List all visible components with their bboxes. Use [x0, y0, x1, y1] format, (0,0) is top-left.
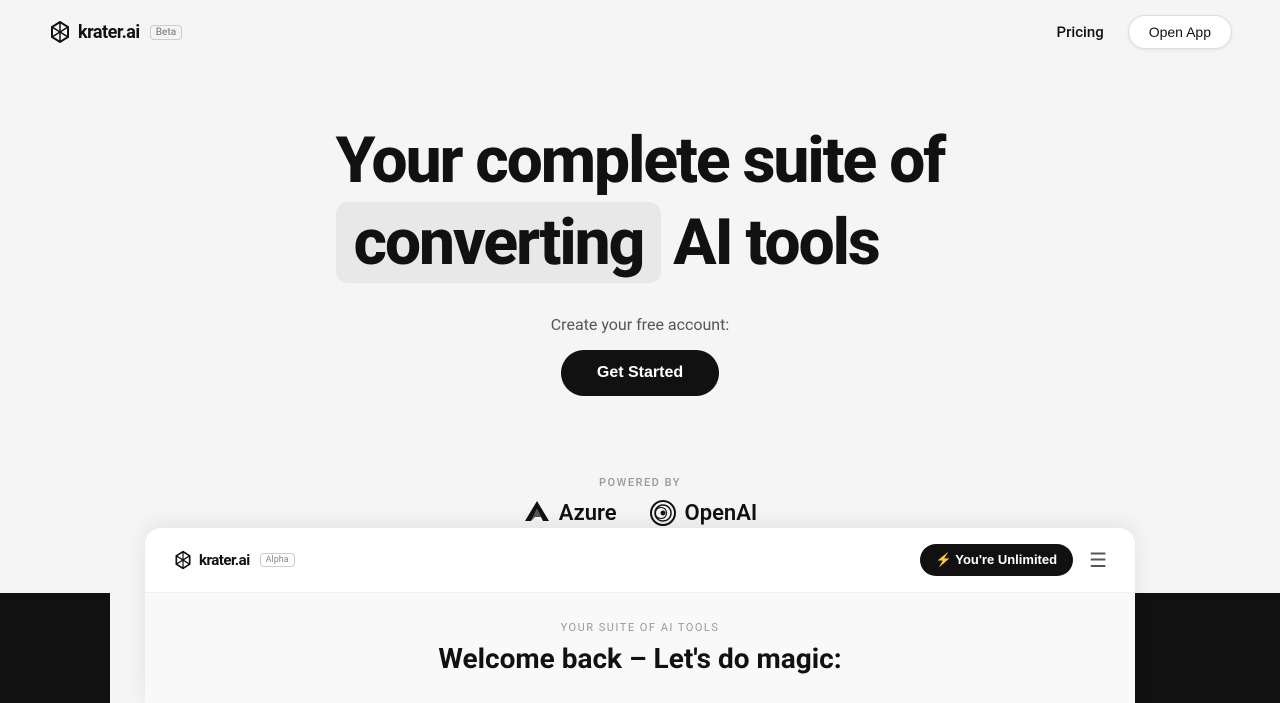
logo-text: krater.ai: [78, 22, 140, 43]
navbar: krater.ai Beta Pricing Open App: [0, 0, 1280, 64]
get-started-button[interactable]: Get Started: [561, 350, 719, 396]
powered-by-logos: Azure OpenAI: [523, 499, 757, 527]
nav-left: krater.ai Beta: [48, 20, 182, 44]
app-preview-body: YOUR SUITE OF AI TOOLS Welcome back – Le…: [145, 593, 1135, 703]
hero-title-row2: converting AI tools: [336, 202, 945, 284]
converting-pill: converting: [336, 202, 662, 284]
azure-icon: [523, 499, 551, 527]
pricing-link[interactable]: Pricing: [1057, 23, 1104, 41]
side-bar-right: [1128, 593, 1280, 703]
hero-subtitle: Create your free account:: [551, 315, 729, 334]
powered-by-label: POWERED BY: [599, 476, 681, 489]
powered-by-section: POWERED BY Azure OpenAI: [0, 476, 1280, 527]
app-logo-text: krater.ai: [199, 551, 250, 569]
app-preview-header: krater.ai Alpha ⚡ You're Unlimited ☰: [145, 528, 1135, 593]
app-logo-icon: [173, 550, 193, 570]
side-bar-left: [0, 593, 110, 703]
beta-badge: Beta: [150, 25, 182, 40]
app-welcome-title: Welcome back – Let's do magic:: [173, 642, 1107, 675]
unlimited-button[interactable]: ⚡ You're Unlimited: [920, 544, 1073, 576]
app-preview-panel: krater.ai Alpha ⚡ You're Unlimited ☰ YOU…: [145, 528, 1135, 703]
openai-logo: OpenAI: [649, 499, 758, 527]
open-app-button[interactable]: Open App: [1128, 15, 1232, 49]
app-logo-wrapper: krater.ai Alpha: [173, 550, 295, 570]
openai-label: OpenAI: [685, 501, 758, 526]
logo-wrapper: krater.ai Beta: [48, 20, 182, 44]
azure-logo: Azure: [523, 499, 617, 527]
menu-icon[interactable]: ☰: [1089, 548, 1107, 572]
app-suite-label: YOUR SUITE OF AI TOOLS: [173, 621, 1107, 634]
openai-icon: [649, 499, 677, 527]
app-header-right: ⚡ You're Unlimited ☰: [920, 544, 1107, 576]
hero-title-line2: AI tools: [673, 206, 878, 280]
azure-label: Azure: [559, 501, 617, 526]
logo-icon: [48, 20, 72, 44]
hero-title-line1: Your complete suite of: [336, 123, 945, 198]
alpha-badge: Alpha: [260, 553, 295, 567]
nav-right: Pricing Open App: [1057, 15, 1233, 49]
hero-section: Your complete suite of converting AI too…: [0, 64, 1280, 436]
hero-title: Your complete suite of converting AI too…: [336, 124, 945, 283]
